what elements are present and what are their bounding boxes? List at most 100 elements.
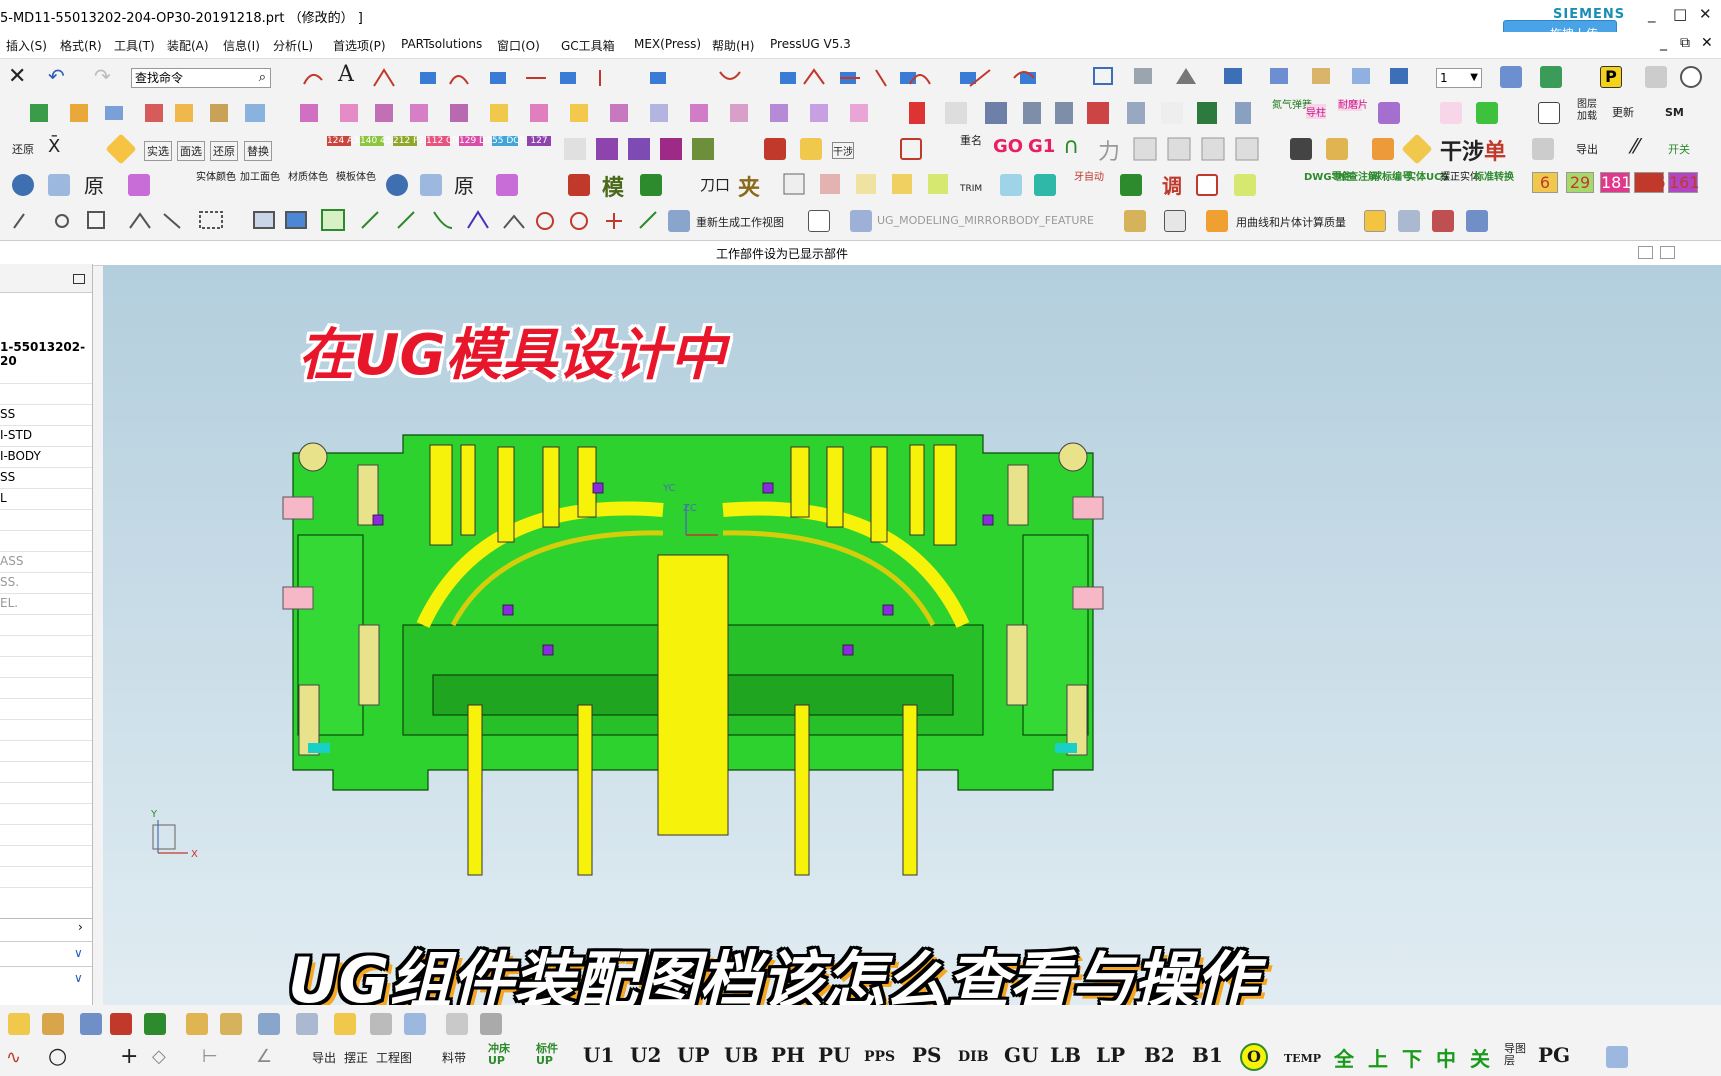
face-select-button[interactable]: 面选 — [177, 141, 205, 161]
tools-icon[interactable] — [1432, 210, 1454, 232]
layer-load-button[interactable]: 图层 加载 — [1577, 99, 1601, 123]
material-chip-dc53[interactable]: 55 DC53 — [492, 136, 531, 146]
bolt-icon[interactable] — [1120, 174, 1142, 196]
u2-button[interactable]: U2 — [630, 1043, 661, 1067]
ub-button[interactable]: UB — [724, 1043, 758, 1067]
navigator-dropdown-2[interactable]: ∨ — [0, 966, 92, 991]
layer-combo[interactable]: 1 ▼ — [1436, 68, 1482, 88]
box-icon[interactable] — [568, 174, 590, 196]
nav-row[interactable]: SS — [0, 467, 92, 489]
balloon-number-button[interactable]: 球标编号 — [1372, 172, 1412, 183]
sm-button[interactable]: SM — [1665, 106, 1684, 119]
dib-button[interactable]: DIB — [958, 1049, 989, 1065]
pen-icon[interactable] — [1606, 1046, 1628, 1068]
layer-panel-icon[interactable] — [1538, 102, 1560, 124]
replace-component-icon[interactable] — [404, 1013, 426, 1035]
selection-tools-strip[interactable] — [4, 208, 684, 234]
export-button[interactable]: 导出 — [1576, 141, 1598, 157]
plus-icon[interactable]: + — [120, 1044, 138, 1069]
counter-161[interactable]: 161 — [1668, 172, 1700, 193]
body-color-icon[interactable] — [1476, 102, 1498, 124]
menu-info[interactable]: 信息(I) — [223, 37, 260, 54]
down-layer-button[interactable]: 下 — [1402, 1043, 1422, 1072]
stack-icon[interactable] — [1364, 210, 1386, 232]
explode-icon[interactable] — [144, 1013, 166, 1035]
solid-split-icon[interactable] — [1378, 102, 1400, 124]
update-button[interactable]: 更新 — [1612, 104, 1634, 120]
pg-button[interactable]: PG — [1538, 1043, 1570, 1067]
menu-format[interactable]: 格式(R) — [60, 37, 102, 54]
angle-icon[interactable]: ∠ — [256, 1046, 272, 1067]
adjust-button[interactable]: 调 — [1162, 170, 1182, 199]
up-layer-button[interactable]: 上 — [1368, 1043, 1388, 1072]
scroll-right-icon[interactable]: › — [78, 920, 83, 934]
o-button[interactable]: O — [1240, 1043, 1268, 1071]
edit-tools-strip[interactable] — [780, 172, 960, 198]
mass-calc-button[interactable]: 用曲线和片体计算质量 — [1236, 214, 1346, 230]
menu-help[interactable]: 帮助(H) — [712, 37, 754, 54]
paint-icon[interactable] — [1466, 210, 1488, 232]
b2-button[interactable]: B2 — [1144, 1043, 1175, 1067]
view-restore-icon[interactable] — [1638, 246, 1653, 259]
g1-button[interactable]: G1 — [1028, 136, 1055, 157]
curve-icon[interactable]: ∩ — [1063, 134, 1079, 159]
gate-icon[interactable] — [1196, 174, 1218, 196]
pattern-icon[interactable] — [258, 1013, 280, 1035]
press-up-button[interactable]: 冲床UP — [488, 1043, 512, 1067]
frame-icon[interactable] — [900, 138, 922, 160]
nav-row[interactable] — [0, 824, 92, 846]
material-chip-127[interactable]: 127 — [527, 136, 551, 146]
pin-icon[interactable] — [1234, 174, 1256, 196]
clamp-button[interactable]: 夹 — [738, 170, 760, 202]
nav-row[interactable]: I-STD — [0, 425, 92, 447]
redo-icon[interactable]: ↷ — [94, 64, 111, 88]
trim-button[interactable]: TRIM — [960, 184, 982, 194]
menu-insert[interactable]: 插入(S) — [6, 37, 47, 54]
circle-icon[interactable]: ○ — [48, 1044, 67, 1069]
cube-icon[interactable] — [764, 138, 786, 160]
temp-button[interactable]: TEMP — [1284, 1052, 1321, 1065]
mass-icon[interactable] — [1206, 210, 1228, 232]
table-icon[interactable] — [808, 210, 830, 232]
nav-row[interactable]: ASS — [0, 551, 92, 573]
offset-icon[interactable]: ◇ — [152, 1046, 166, 1067]
sphere-icon[interactable] — [12, 174, 34, 196]
mold-button[interactable]: 模 — [602, 170, 624, 202]
hand-icon[interactable] — [1372, 138, 1394, 160]
horizontal-scrollbar[interactable]: › — [0, 918, 92, 939]
layer-visible-icon[interactable] — [1540, 66, 1562, 88]
rename-button[interactable]: 重名 — [960, 135, 982, 147]
origin-2-button[interactable]: 原 — [454, 170, 474, 199]
nav-row[interactable] — [0, 509, 92, 531]
constraint-icon[interactable] — [42, 1013, 64, 1035]
sketch-tools-strip[interactable] — [800, 66, 1100, 90]
up-button[interactable]: UP — [677, 1043, 709, 1067]
nav-row[interactable]: I-BODY — [0, 446, 92, 468]
menu-gc-toolbox[interactable]: GC工具箱 — [561, 37, 615, 54]
nav-row[interactable] — [0, 803, 92, 825]
nav-row[interactable]: SS. — [0, 572, 92, 594]
counter-181[interactable]: 181 — [1600, 172, 1632, 193]
close-icon[interactable]: ✕ — [8, 64, 26, 89]
solid-ucs-button[interactable]: 实体UCS — [1406, 172, 1449, 183]
link-icon[interactable] — [220, 1013, 242, 1035]
diamond-icon[interactable] — [105, 133, 137, 165]
doc-restore-button[interactable]: ⧉ — [1680, 35, 1690, 51]
modeling-tools-strip[interactable] — [0, 100, 900, 126]
single-button[interactable]: 单 — [1484, 134, 1506, 166]
sequence-icon[interactable] — [296, 1013, 318, 1035]
sign-icon[interactable] — [1401, 133, 1433, 165]
u1-button[interactable]: U1 — [583, 1043, 614, 1067]
mirror-body-feature-button[interactable]: UG_MODELING_MIRRORBODY_FEATURE — [877, 214, 1094, 227]
view-fit-icon[interactable] — [1660, 246, 1675, 259]
menu-analysis[interactable]: 分析(L) — [273, 37, 313, 54]
counter-6[interactable]: 6 — [1532, 172, 1558, 193]
weld-icon[interactable] — [446, 1013, 468, 1035]
flower-2-icon[interactable] — [496, 174, 518, 196]
menu-window[interactable]: 窗口(O) — [497, 37, 540, 54]
material-chip-p20[interactable]: 212 P20 — [393, 136, 430, 146]
check-annotation-button[interactable]: 检查注解 — [1338, 172, 1378, 183]
b1-button[interactable]: B1 — [1192, 1043, 1223, 1067]
restore-button-1[interactable]: 还原 — [12, 141, 34, 157]
maximize-button[interactable]: □ — [1673, 5, 1687, 23]
